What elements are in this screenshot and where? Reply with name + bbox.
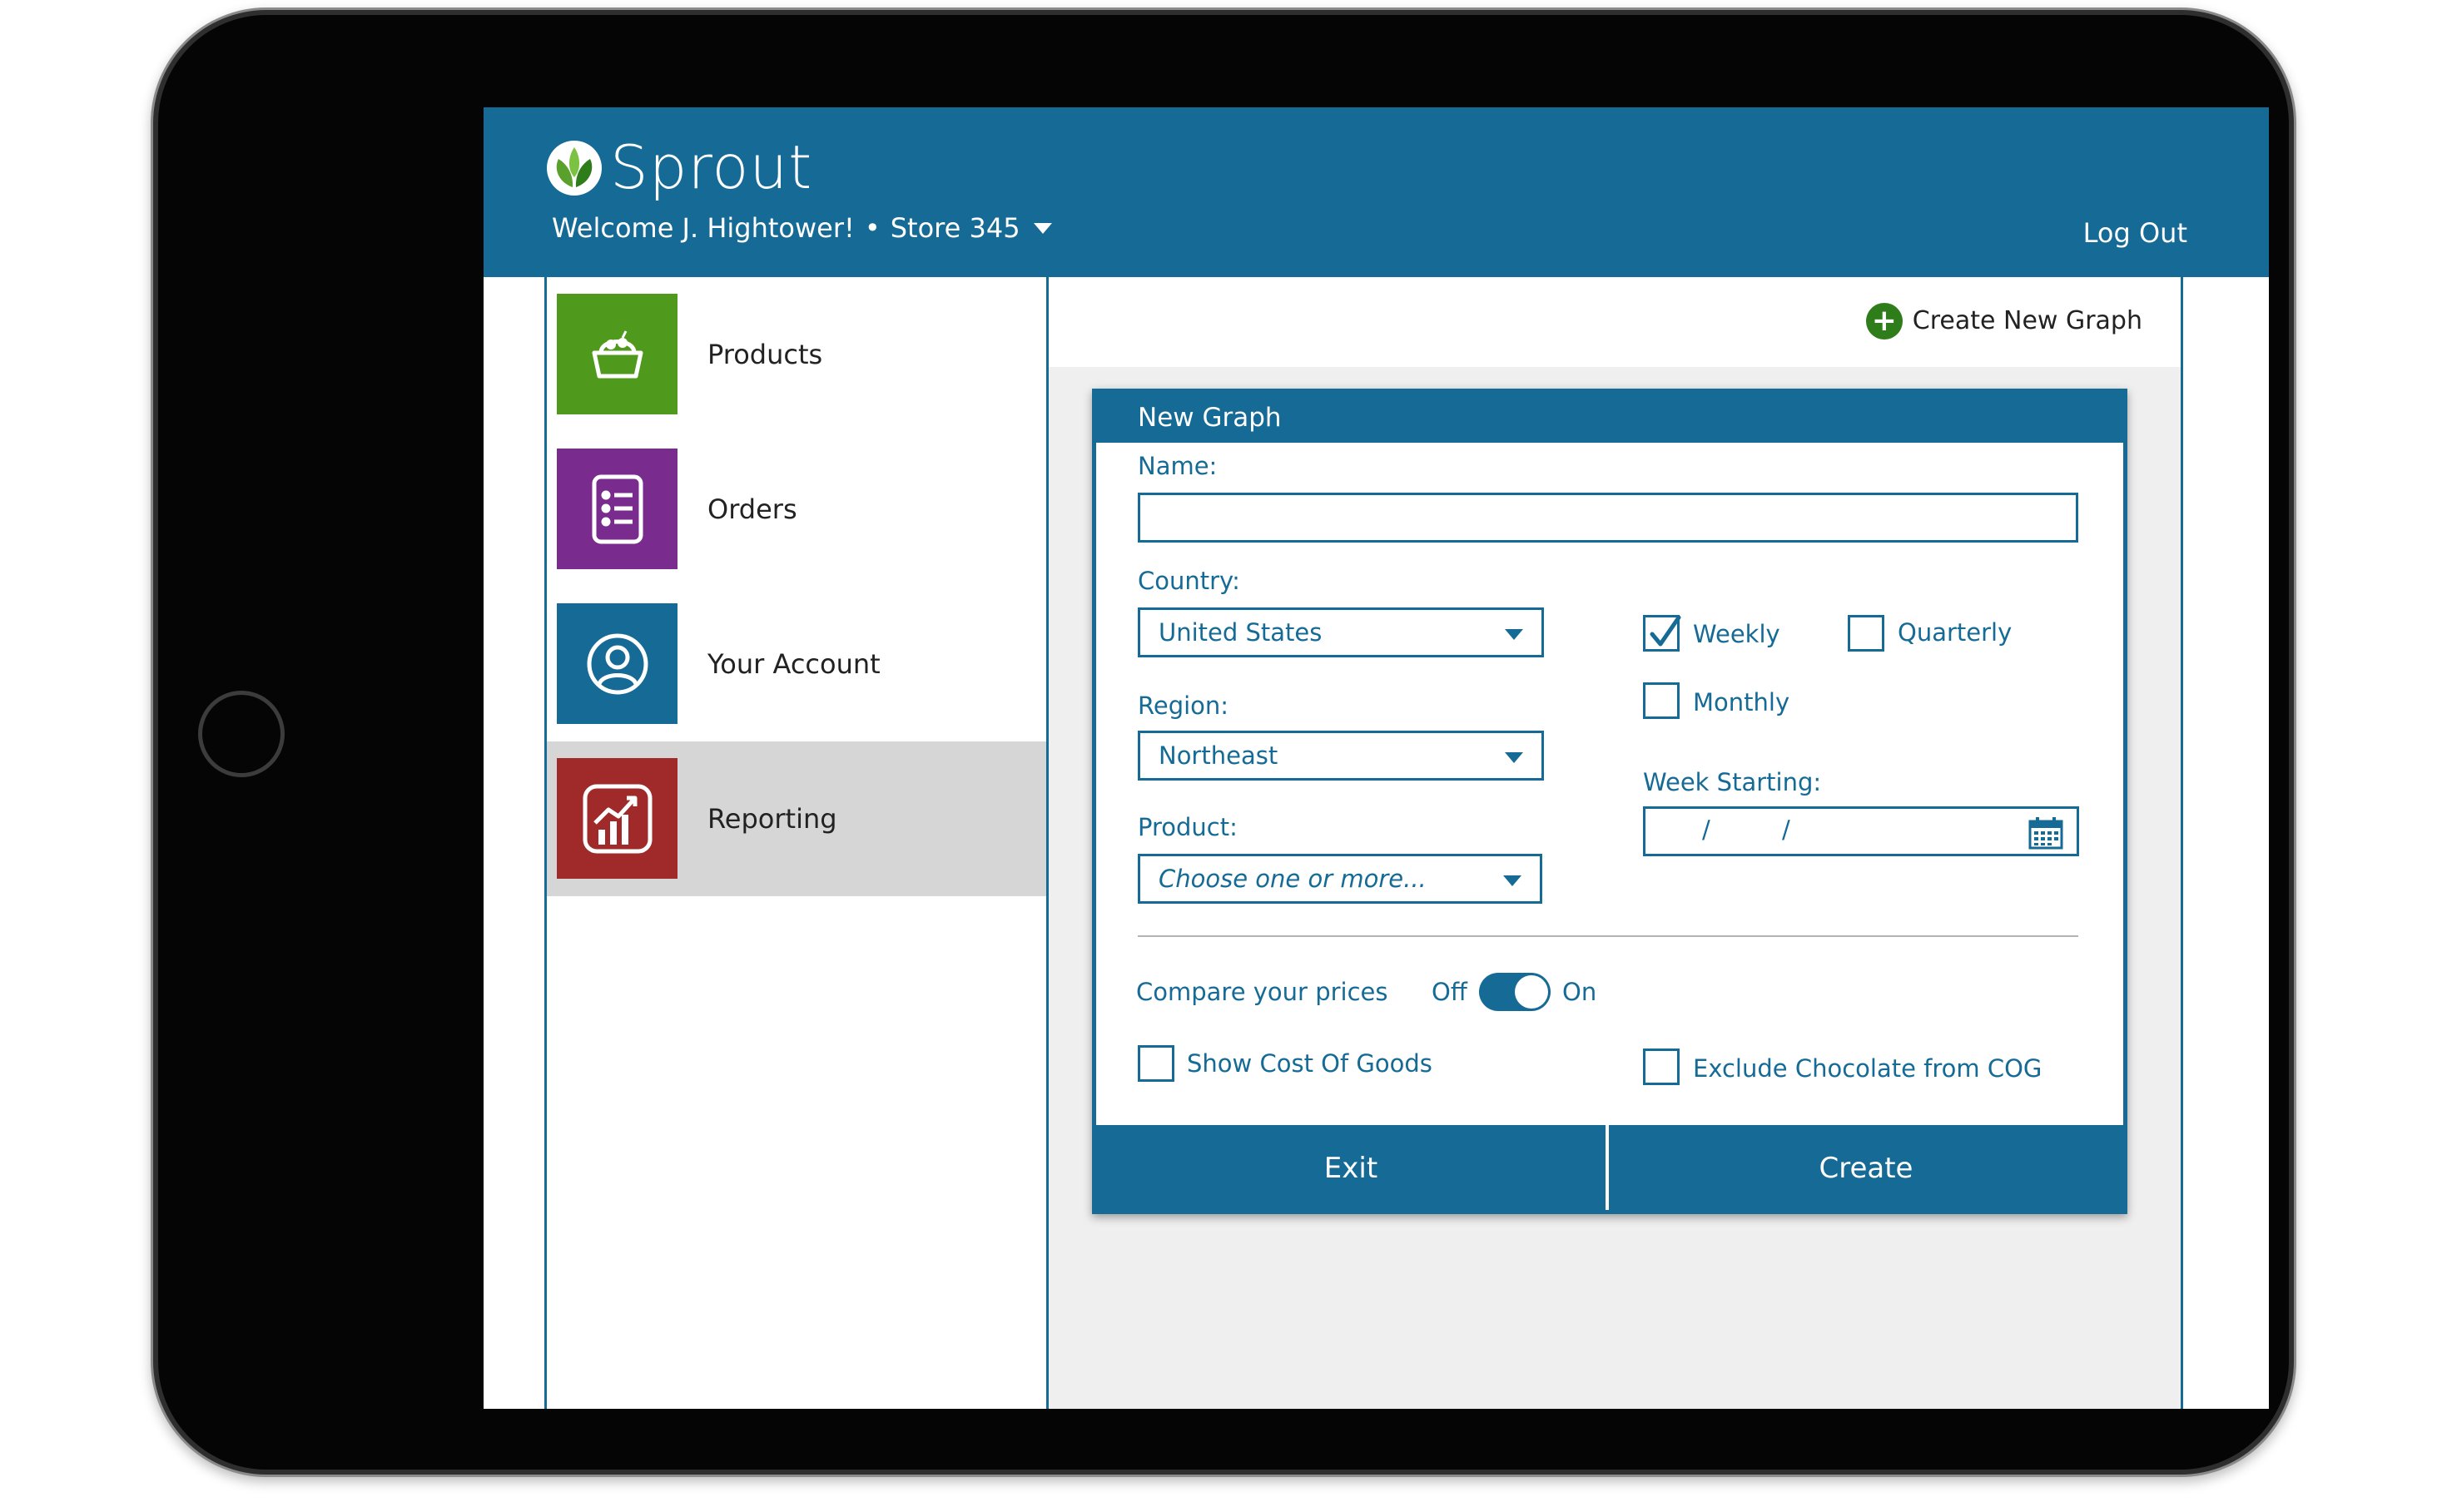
create-new-graph-button[interactable]: + Create New Graph — [1865, 300, 2142, 342]
action-bar: + Create New Graph — [1049, 277, 2181, 367]
create-new-graph-label: Create New Graph — [1912, 306, 2142, 335]
sidebar-item-label: Products — [707, 339, 823, 370]
main-content: + Create New Graph New Graph Name: Count… — [1049, 277, 2183, 1409]
quarterly-checkbox[interactable] — [1848, 615, 1884, 652]
toggle-off-label: Off — [1432, 978, 1467, 1006]
chevron-down-icon — [1505, 752, 1523, 763]
store-selector[interactable]: Welcome J. Hightower! • Store 345 — [552, 209, 1052, 247]
sidebar-item-label: Orders — [707, 493, 797, 525]
plus-icon: + — [1865, 303, 1903, 340]
week-starting-date-input[interactable]: / / — [1643, 806, 2079, 856]
product-label: Product: — [1138, 813, 1238, 841]
orders-tile — [557, 449, 677, 569]
home-button[interactable] — [198, 691, 285, 777]
compare-prices-toggle[interactable] — [1479, 973, 1551, 1011]
sidebar-item-label: Reporting — [707, 803, 837, 835]
checkmark-icon — [1650, 615, 1681, 647]
monthly-label: Monthly — [1693, 688, 1790, 716]
toggle-knob — [1515, 975, 1548, 1009]
weekly-label: Weekly — [1693, 620, 1780, 648]
date-separator: / — [1782, 815, 1790, 844]
chevron-down-icon — [1505, 629, 1523, 640]
toggle-on-label: On — [1562, 978, 1597, 1006]
chart-icon — [583, 784, 652, 853]
name-label: Name: — [1138, 452, 1218, 480]
sidebar-item-reporting[interactable]: Reporting — [547, 741, 1046, 896]
country-label: Country: — [1138, 567, 1240, 595]
quarterly-label: Quarterly — [1898, 618, 2013, 647]
monthly-checkbox[interactable] — [1643, 682, 1680, 719]
show-cost-of-goods-checkbox[interactable] — [1138, 1045, 1174, 1082]
country-value: United States — [1159, 618, 1323, 647]
sprout-logo-icon — [547, 141, 602, 196]
region-value: Northeast — [1159, 741, 1278, 770]
welcome-text: Welcome J. Hightower! — [552, 212, 855, 244]
sidebar-item-orders[interactable]: Orders — [547, 432, 1046, 587]
weekly-checkbox[interactable] — [1643, 615, 1681, 652]
app-header: Sprout Welcome J. Hightower! • Store 345… — [484, 107, 2269, 277]
create-button[interactable]: Create — [1609, 1125, 2123, 1210]
show-cost-of-goods-label: Show Cost Of Goods — [1187, 1049, 1432, 1078]
dialog-title: New Graph — [1096, 393, 2123, 443]
app-screen: Sprout Welcome J. Hightower! • Store 345… — [484, 107, 2269, 1409]
brand-name: Sprout — [610, 132, 813, 202]
region-label: Region: — [1138, 692, 1229, 720]
basket-icon — [592, 330, 643, 378]
compare-prices-label: Compare your prices — [1136, 978, 1388, 1006]
product-placeholder: Choose one or more... — [1159, 865, 1427, 893]
list-icon — [592, 474, 643, 543]
reporting-tile — [557, 758, 677, 879]
user-icon — [587, 633, 648, 694]
sidebar: Products Orders Your Account Reporting — [544, 277, 1049, 1409]
week-starting-label: Week Starting: — [1643, 768, 1822, 796]
exclude-chocolate-label: Exclude Chocolate from COG — [1693, 1054, 2042, 1083]
separator-dot: • — [864, 212, 881, 244]
exit-button[interactable]: Exit — [1096, 1125, 1606, 1210]
region-select[interactable]: Northeast — [1138, 731, 1544, 781]
exclude-chocolate-checkbox[interactable] — [1643, 1048, 1680, 1085]
logout-link[interactable]: Log Out — [2083, 214, 2187, 252]
chevron-down-icon — [1033, 222, 1052, 234]
calendar-icon[interactable] — [2028, 816, 2063, 850]
date-separator: / — [1702, 815, 1710, 844]
new-graph-dialog: New Graph Name: Country: United States R… — [1092, 389, 2127, 1214]
account-tile — [557, 603, 677, 724]
section-divider — [1138, 935, 2078, 937]
product-select[interactable]: Choose one or more... — [1138, 854, 1542, 904]
name-input[interactable] — [1138, 493, 2078, 543]
store-label: Store 345 — [890, 212, 1020, 244]
sidebar-item-label: Your Account — [707, 648, 881, 680]
chevron-down-icon — [1503, 875, 1521, 886]
sidebar-item-your-account[interactable]: Your Account — [547, 587, 1046, 741]
country-select[interactable]: United States — [1138, 607, 1544, 657]
products-tile — [557, 294, 677, 414]
sidebar-item-products[interactable]: Products — [547, 277, 1046, 432]
tablet-frame: Sprout Welcome J. Hightower! • Store 345… — [158, 15, 2289, 1470]
